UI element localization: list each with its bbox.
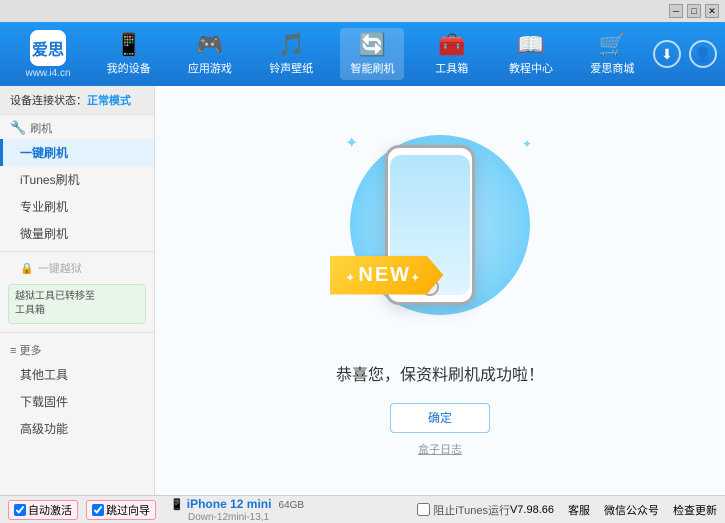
app-logo: 爱思 www.i4.cn bbox=[8, 30, 88, 79]
sidebar-item-download-fw[interactable]: 下载固件 bbox=[0, 388, 154, 415]
stop-itunes[interactable]: 阻止iTunes运行 bbox=[417, 502, 510, 518]
theme-icon: 🛒 bbox=[599, 32, 626, 58]
apps-icon: 🎮 bbox=[196, 32, 223, 58]
sidebar-item-other-tools[interactable]: 其他工具 bbox=[0, 361, 154, 388]
device-capacity: 64GB bbox=[279, 500, 305, 511]
flash-section-label: 刷机 bbox=[30, 120, 52, 136]
new-star-icon2: ✦ bbox=[411, 273, 421, 284]
auto-activate-checkbox[interactable]: 自动激活 bbox=[8, 500, 78, 520]
device-status: 设备连接状态：正常模式 bbox=[0, 86, 154, 115]
smart-flash-label: 智能刷机 bbox=[350, 60, 394, 76]
nav-bar: 爱思 www.i4.cn 📱 我的设备 🎮 应用游戏 🎵 铃声壁纸 🔄 智能刷机… bbox=[0, 22, 725, 86]
toolbox-icon: 🧰 bbox=[438, 32, 465, 58]
skip-wizard-input[interactable] bbox=[92, 504, 104, 516]
sidebar-divider-1 bbox=[0, 251, 154, 252]
sidebar-item-datapreserve[interactable]: 微量刷机 bbox=[0, 220, 154, 247]
new-badge-text: NEW bbox=[358, 264, 411, 286]
auto-activate-input[interactable] bbox=[14, 504, 26, 516]
jailbreak-note-text: 越狱工具已转移至 工具箱 bbox=[15, 291, 95, 316]
status-left: 自动激活 跳过向导 📱 iPhone 12 mini 64GB Down-12m… bbox=[8, 497, 417, 523]
my-device-icon: 📱 bbox=[115, 32, 142, 58]
nav-tutorial[interactable]: 📖 教程中心 bbox=[499, 28, 563, 80]
sidebar-locked-jailbreak: 🔒 一键越狱 bbox=[0, 256, 154, 280]
sidebar-item-advanced[interactable]: 高级功能 bbox=[0, 415, 154, 442]
tutorial-label: 教程中心 bbox=[509, 60, 553, 76]
maximize-btn[interactable]: □ bbox=[687, 4, 701, 18]
content-area: ✦ ✦ ✦NEW✦ 恭喜您，保资料刷机成功啦！ 确定 盒子日志 bbox=[155, 86, 725, 495]
stop-itunes-checkbox[interactable] bbox=[417, 503, 430, 516]
ringtone-label: 铃声壁纸 bbox=[269, 60, 313, 76]
download-btn[interactable]: ⬇ bbox=[653, 40, 681, 68]
logo-subtitle: www.i4.cn bbox=[25, 68, 70, 79]
user-btn[interactable]: 👤 bbox=[689, 40, 717, 68]
status-bar: 自动激活 跳过向导 📱 iPhone 12 mini 64GB Down-12m… bbox=[0, 495, 725, 523]
nav-my-device[interactable]: 📱 我的设备 bbox=[97, 28, 161, 80]
sparkle-right: ✦ bbox=[522, 137, 532, 151]
success-message: 恭喜您，保资料刷机成功啦！ bbox=[336, 361, 544, 385]
wechat-link[interactable]: 微信公众号 bbox=[604, 502, 659, 518]
auto-activate-label: 自动激活 bbox=[28, 502, 72, 518]
sidebar-item-onekey[interactable]: 一键刷机 bbox=[0, 139, 154, 166]
sparkle-left: ✦ bbox=[345, 133, 358, 153]
skip-wizard-checkbox[interactable]: 跳过向导 bbox=[86, 500, 156, 520]
flash-section-icon: 🔧 bbox=[10, 120, 26, 136]
skip-wizard-label: 跳过向导 bbox=[106, 502, 150, 518]
sidebar-divider-2 bbox=[0, 332, 154, 333]
ringtone-icon: 🎵 bbox=[278, 32, 305, 58]
sidebar-item-itunes[interactable]: iTunes刷机 bbox=[0, 166, 154, 193]
my-device-label: 我的设备 bbox=[107, 60, 151, 76]
flash-section-header: 🔧 刷机 bbox=[0, 115, 154, 139]
jailbreak-note: 越狱工具已转移至 工具箱 bbox=[8, 284, 146, 324]
logo-icon: 爱思 bbox=[30, 30, 66, 66]
stop-itunes-label: 阻止iTunes运行 bbox=[433, 502, 510, 518]
more-section-label: ≡ 更多 bbox=[10, 342, 41, 358]
theme-label: 爱思商城 bbox=[590, 60, 634, 76]
locked-label: 一键越狱 bbox=[38, 260, 82, 276]
minimize-btn[interactable]: ─ bbox=[669, 4, 683, 18]
toolbox-label: 工具箱 bbox=[435, 60, 468, 76]
apps-label: 应用游戏 bbox=[188, 60, 232, 76]
device-name: iPhone 12 mini bbox=[187, 497, 272, 511]
smart-flash-icon: 🔄 bbox=[359, 32, 386, 58]
nav-actions: ⬇ 👤 bbox=[653, 40, 717, 68]
nav-toolbox[interactable]: 🧰 工具箱 bbox=[422, 28, 482, 80]
more-section-header: ≡ 更多 bbox=[0, 337, 154, 361]
nav-smart-flash[interactable]: 🔄 智能刷机 bbox=[340, 28, 404, 80]
lock-icon: 🔒 bbox=[20, 262, 34, 275]
confirm-button[interactable]: 确定 bbox=[390, 403, 490, 433]
close-btn[interactable]: ✕ bbox=[705, 4, 719, 18]
new-banner: ✦NEW✦ bbox=[330, 256, 443, 295]
title-bar: ─ □ ✕ bbox=[0, 0, 725, 22]
service-link[interactable]: 客服 bbox=[568, 502, 590, 518]
nav-items: 📱 我的设备 🎮 应用游戏 🎵 铃声壁纸 🔄 智能刷机 🧰 工具箱 📖 教程中心… bbox=[88, 28, 653, 80]
sidebar: 设备连接状态：正常模式 🔧 刷机 一键刷机 iTunes刷机 专业刷机 微量刷机… bbox=[0, 86, 155, 495]
status-right: V7.98.66 客服 微信公众号 检查更新 bbox=[510, 502, 717, 518]
device-icon: 📱 bbox=[170, 499, 184, 511]
nav-theme[interactable]: 🛒 爱思商城 bbox=[580, 28, 644, 80]
retry-link[interactable]: 盒子日志 bbox=[418, 441, 462, 457]
sidebar-item-pro[interactable]: 专业刷机 bbox=[0, 193, 154, 220]
update-link[interactable]: 检查更新 bbox=[673, 502, 717, 518]
nav-apps[interactable]: 🎮 应用游戏 bbox=[178, 28, 242, 80]
nav-ringtone[interactable]: 🎵 铃声壁纸 bbox=[259, 28, 323, 80]
status-value: 正常模式 bbox=[87, 95, 131, 107]
tutorial-icon: 📖 bbox=[517, 32, 544, 58]
version-text: V7.98.66 bbox=[510, 504, 554, 516]
status-label: 设备连接状态： bbox=[10, 95, 87, 107]
device-info: 📱 iPhone 12 mini 64GB Down-12mini-13,1 bbox=[170, 497, 304, 523]
illustration: ✦ ✦ ✦NEW✦ bbox=[340, 125, 540, 345]
device-version: Down-12mini-13,1 bbox=[170, 512, 269, 523]
main-layout: 设备连接状态：正常模式 🔧 刷机 一键刷机 iTunes刷机 专业刷机 微量刷机… bbox=[0, 86, 725, 495]
new-star-icon: ✦ bbox=[346, 273, 356, 284]
